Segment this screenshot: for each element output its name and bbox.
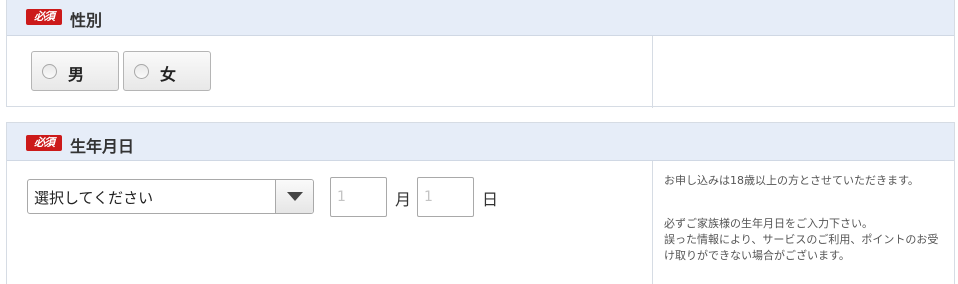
gender-male-option[interactable]: 男 — [31, 51, 119, 91]
birthdate-section: 必須 生年月日 選択してください 月 日 お申し込みは18歳以上の方とさせていた… — [6, 122, 955, 284]
column-divider — [652, 36, 653, 108]
radio-circle-icon[interactable] — [134, 64, 149, 79]
gender-header: 必須 性別 — [7, 0, 954, 36]
birth-day-input[interactable] — [417, 177, 474, 217]
birth-year-select[interactable]: 選択してください — [27, 179, 314, 214]
month-unit-label: 月 — [395, 190, 412, 209]
triangle-down-icon — [287, 192, 303, 201]
radio-circle-icon[interactable] — [42, 64, 57, 79]
gender-section: 必須 性別 男 女 — [6, 0, 955, 108]
column-divider — [652, 161, 653, 284]
gender-title: 性別 — [70, 11, 103, 30]
birth-year-select-value: 選択してください — [34, 189, 154, 207]
age-requirement-note: お申し込みは18歳以上の方とさせていただきます。 — [664, 174, 919, 187]
gender-female-option[interactable]: 女 — [123, 51, 211, 91]
birthdate-header: 必須 生年月日 — [7, 123, 954, 161]
gender-female-label: 女 — [160, 65, 177, 84]
birthdate-input-note: 必ずご家族様の生年月日をご入力下さい。 誤った情報により、サービスのご利用、ポイ… — [664, 217, 939, 262]
birth-month-input[interactable] — [330, 177, 387, 217]
day-unit-label: 日 — [482, 190, 499, 209]
gender-male-label: 男 — [68, 65, 85, 84]
required-badge: 必須 — [26, 9, 62, 25]
required-badge: 必須 — [26, 135, 62, 151]
birthdate-title: 生年月日 — [70, 137, 135, 156]
select-dropdown-button[interactable] — [275, 180, 313, 213]
